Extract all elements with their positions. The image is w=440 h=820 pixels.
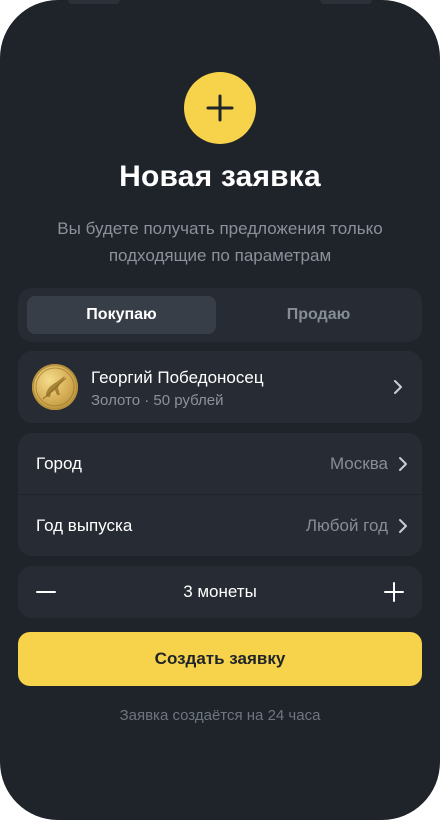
chevron-right-icon xyxy=(394,380,402,394)
chevron-right-icon xyxy=(399,519,407,533)
frame-notch-left xyxy=(68,0,120,4)
plus-icon xyxy=(206,94,234,122)
city-label: Город xyxy=(36,454,82,473)
page-subtitle: Вы будете получать предложения только по… xyxy=(57,219,383,265)
city-row[interactable]: Город Москва xyxy=(18,433,422,494)
tab-buy[interactable]: Покупаю xyxy=(27,296,216,334)
quantity-stepper: 3 монеты xyxy=(18,566,422,618)
coin-selector[interactable]: Георгий Победоносец Золото · 50 рублей xyxy=(18,351,422,423)
request-parameters: Город Москва Год выпуска Любой год xyxy=(18,433,422,556)
coin-details: Золото · 50 рублей xyxy=(91,392,224,409)
city-value: Москва xyxy=(329,454,388,473)
year-row[interactable]: Год выпуска Любой год xyxy=(18,495,422,556)
coin-emblem-icon xyxy=(35,367,75,407)
chevron-right-icon xyxy=(399,457,407,471)
quantity-value: 3 монеты xyxy=(183,582,257,601)
buy-sell-segmented-control: Покупаю Продаю xyxy=(18,288,422,342)
plus-icon xyxy=(384,582,404,602)
coin-name: Георгий Победоносец xyxy=(91,368,264,387)
year-value: Любой год xyxy=(305,516,388,535)
new-request-badge xyxy=(184,72,256,144)
tab-sell[interactable]: Продаю xyxy=(224,296,413,334)
year-label: Год выпуска xyxy=(36,516,133,535)
phone-screen: Новая заявка Вы будете получать предложе… xyxy=(0,0,440,820)
coin-image xyxy=(32,364,78,410)
request-duration-note: Заявка создаётся на 24 часа xyxy=(119,707,321,724)
frame-notch-right xyxy=(320,0,372,4)
create-request-button[interactable]: Создать заявку xyxy=(18,632,422,686)
increase-button[interactable] xyxy=(378,576,410,608)
page-title: Новая заявка xyxy=(119,160,321,193)
